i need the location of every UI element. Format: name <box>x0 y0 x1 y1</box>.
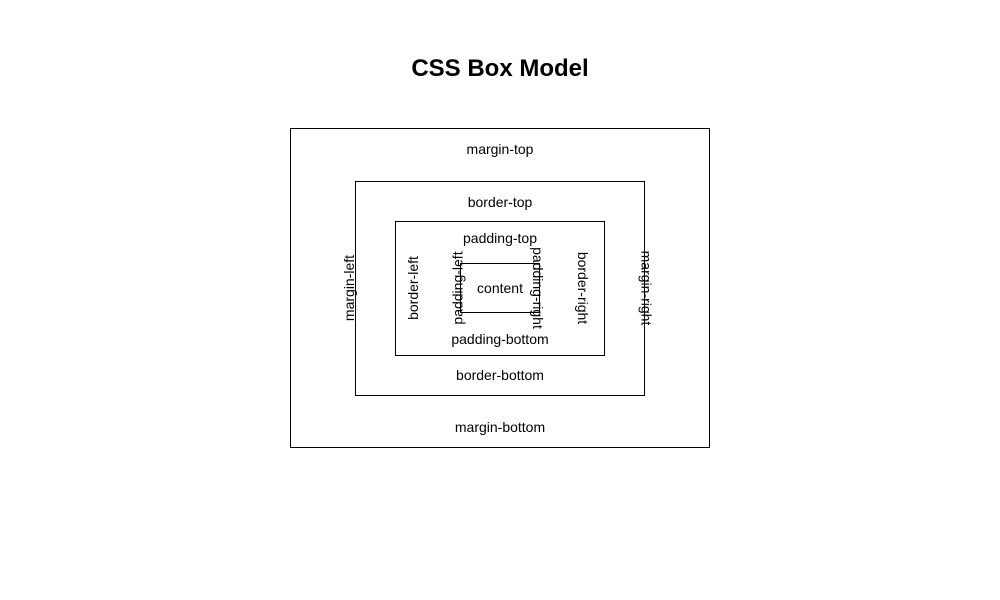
content-layer: content <box>460 263 540 313</box>
margin-top-label: margin-top <box>467 141 534 157</box>
margin-layer: margin-top margin-right margin-bottom ma… <box>290 128 710 448</box>
padding-top-label: padding-top <box>463 230 537 246</box>
padding-bottom-label: padding-bottom <box>451 331 548 347</box>
border-layer: border-top border-right border-bottom bo… <box>355 181 645 396</box>
margin-bottom-label: margin-bottom <box>455 419 545 435</box>
border-bottom-label: border-bottom <box>456 367 544 383</box>
content-label: content <box>477 280 523 296</box>
border-top-label: border-top <box>468 194 533 210</box>
diagram-title: CSS Box Model <box>411 55 588 83</box>
box-model-diagram: margin-top margin-right margin-bottom ma… <box>290 128 710 448</box>
padding-layer: padding-top padding-right padding-bottom… <box>395 221 605 356</box>
